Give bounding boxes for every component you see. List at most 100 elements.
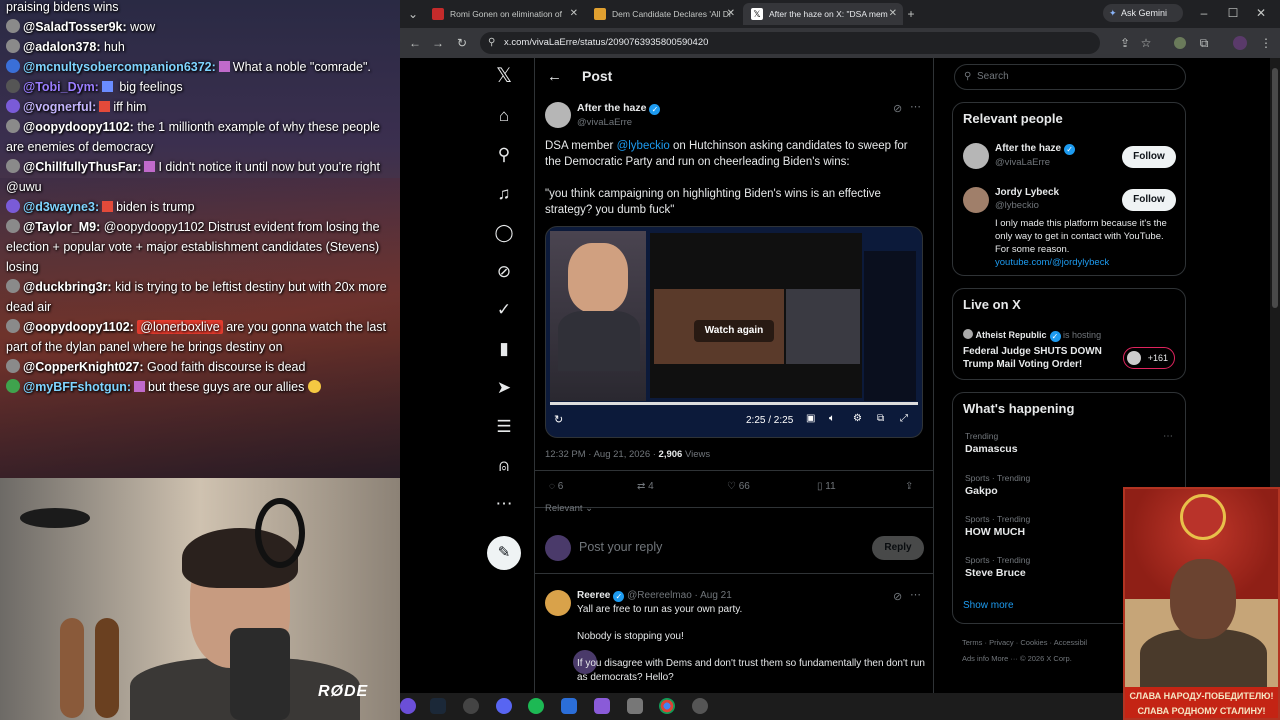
watch-again-button[interactable]: Watch again <box>694 320 774 342</box>
reply-count-button[interactable]: ◌ 6 <box>549 481 563 492</box>
app-icon[interactable] <box>594 698 610 714</box>
trend-more-icon[interactable]: ⋯ <box>1163 431 1173 442</box>
x-logo[interactable]: 𝕏 <box>492 64 516 88</box>
reply-sort-dropdown[interactable]: Relevant ⌄ <box>545 503 593 514</box>
discord-icon[interactable] <box>496 698 512 714</box>
app-icon[interactable] <box>627 698 643 714</box>
compose-icon[interactable]: ✎ <box>487 536 521 570</box>
message-icon[interactable]: ◯ <box>492 221 516 245</box>
video-chat-panel <box>864 251 916 401</box>
pip-icon[interactable]: ⧉ <box>877 413 884 424</box>
follow-button[interactable]: Follow <box>1122 189 1176 211</box>
trend-item[interactable]: Trending Damascus <box>965 431 1018 455</box>
bell-icon[interactable]: ♫ <box>492 182 516 206</box>
profile-icon[interactable]: ⍝ <box>492 454 516 478</box>
maximize-icon[interactable]: ☐ <box>1224 4 1242 22</box>
search-icon[interactable]: ⚲ <box>492 143 516 167</box>
bookmark-star-icon[interactable]: ☆ <box>1137 34 1155 52</box>
home-icon[interactable]: ⌂ <box>492 104 516 128</box>
tab-search-icon[interactable]: ⌄ <box>404 5 422 23</box>
extension-icon[interactable] <box>1174 37 1186 49</box>
menu-kebab-icon[interactable]: ⋮ <box>1257 34 1275 52</box>
search-input[interactable]: ⚲ Search <box>954 64 1186 90</box>
install-icon[interactable]: ⇪ <box>1116 34 1134 52</box>
fullscreen-icon[interactable]: ⤢ <box>900 413 908 424</box>
bookmark-count-button[interactable]: ▯ 11 <box>817 481 836 492</box>
reply-author-handle[interactable]: @Reereelmao · Aug 21 <box>627 590 732 601</box>
user-badge <box>6 39 20 53</box>
post-more-icon[interactable]: ⋯ <box>910 100 921 113</box>
reply-author-avatar[interactable] <box>545 590 571 616</box>
trend-item[interactable]: Sports · Trending Gakpo <box>965 473 1030 497</box>
verified-orgs-icon[interactable]: ✓ <box>492 298 516 322</box>
new-tab-button[interactable]: + <box>902 5 920 23</box>
live-host-line: Atheist Republic ✓ is hosting <box>963 329 1101 342</box>
ask-gemini-button[interactable]: ✦ Ask Gemini <box>1103 4 1183 22</box>
chrome-icon[interactable] <box>659 698 675 714</box>
like-count-button[interactable]: ♡ 66 <box>727 481 750 492</box>
close-tab-icon[interactable]: ✕ <box>889 3 897 25</box>
grok-post-icon[interactable]: ⊘ <box>893 590 902 603</box>
more-icon[interactable]: ⋯ <box>492 492 516 516</box>
chat-mention: @lonerboxlive <box>137 320 223 334</box>
forward-icon[interactable]: → <box>429 34 447 52</box>
captions-icon[interactable]: ▣ <box>806 413 815 424</box>
minimize-icon[interactable]: – <box>1195 4 1213 22</box>
tab-romi-gonen[interactable]: Romi Gonen on elimination of ✕ <box>424 3 584 25</box>
volume-icon[interactable]: 🔈︎ <box>829 413 835 424</box>
close-tab-icon[interactable]: ✕ <box>570 3 578 25</box>
reply-input[interactable]: Post your reply <box>579 540 662 554</box>
person-avatar[interactable] <box>963 143 989 169</box>
person-avatar[interactable] <box>963 187 989 213</box>
reply-more-icon[interactable]: ⋯ <box>910 588 921 601</box>
steam-icon[interactable] <box>430 698 446 714</box>
settings-icon[interactable]: ⚙ <box>853 413 862 424</box>
emote <box>134 381 146 392</box>
author-avatar[interactable] <box>545 102 571 128</box>
scrollbar-thumb[interactable] <box>1272 68 1278 308</box>
chat-message: @myBFFshotgun: but these guys are our all… <box>0 377 400 397</box>
follow-button[interactable]: Follow <box>1122 146 1176 168</box>
bookmark-icon[interactable]: ▮ <box>492 337 516 361</box>
author-name[interactable]: After the haze <box>577 102 646 114</box>
back-arrow-icon[interactable]: ← <box>547 68 562 85</box>
rocket-icon[interactable]: ➤ <box>492 376 516 400</box>
tab-after-the-haze[interactable]: 𝕏 After the haze on X: "DSA mem ✕ <box>743 3 903 25</box>
mic-brand-label: RØDE <box>318 683 369 700</box>
author-handle[interactable]: @vivaLaErre <box>577 117 660 128</box>
close-window-icon[interactable]: ✕ <box>1252 4 1270 22</box>
grok-icon[interactable]: ⊘ <box>492 260 516 284</box>
chat-message: @Tobi_Dym: big feelings <box>0 77 400 97</box>
live-listeners-badge[interactable]: +161 <box>1123 347 1175 369</box>
share-icon[interactable]: ⇪ <box>905 481 913 492</box>
replay-icon[interactable]: ↻ <box>554 413 563 426</box>
repost-count-button[interactable]: ⇄ 4 <box>637 481 654 492</box>
video-player[interactable]: Watch again ↻ 2:25 / 2:25 ▣ 🔈︎ ⚙ ⧉ ⤢ <box>545 226 923 438</box>
close-tab-icon[interactable]: ✕ <box>727 3 735 25</box>
reply-button[interactable]: Reply <box>872 536 924 560</box>
post-mention-link[interactable]: @lybeckio <box>617 140 670 152</box>
person-bio: I only made this platform because it's t… <box>995 218 1167 255</box>
site-info-icon[interactable]: ⚲ <box>488 32 495 54</box>
address-bar[interactable]: ⚲ x.com/vivaLaErre/status/20907639358005… <box>480 32 1100 54</box>
app-icon[interactable] <box>400 698 416 714</box>
show-more-link[interactable]: Show more <box>963 600 1014 611</box>
trend-item[interactable]: Sports · Trending HOW MUCH <box>965 514 1030 538</box>
back-icon[interactable]: ← <box>406 34 424 52</box>
profile-avatar[interactable] <box>1233 36 1247 50</box>
trend-item[interactable]: Sports · Trending Steve Bruce <box>965 555 1030 579</box>
live-headline[interactable]: Federal Judge SHUTS DOWN Trump Mail Voti… <box>963 345 1123 371</box>
user-badge <box>6 19 20 33</box>
reply-author-name[interactable]: Reeree <box>577 590 610 601</box>
obs-icon[interactable] <box>463 698 479 714</box>
lists-icon[interactable]: ☰ <box>492 415 516 439</box>
person-bio-link[interactable]: youtube.com/@jordylybeck <box>995 257 1109 268</box>
app-icon[interactable] <box>561 698 577 714</box>
video-progress-bar[interactable] <box>550 402 918 405</box>
extensions-puzzle-icon[interactable]: ⧉ <box>1195 34 1213 52</box>
reload-icon[interactable]: ↻ <box>453 34 471 52</box>
grok-post-icon[interactable]: ⊘ <box>893 102 902 115</box>
app-icon[interactable] <box>692 698 708 714</box>
spotify-icon[interactable] <box>528 698 544 714</box>
tab-dem-candidate[interactable]: Dem Candidate Declares 'All Di ✕ <box>586 3 741 25</box>
